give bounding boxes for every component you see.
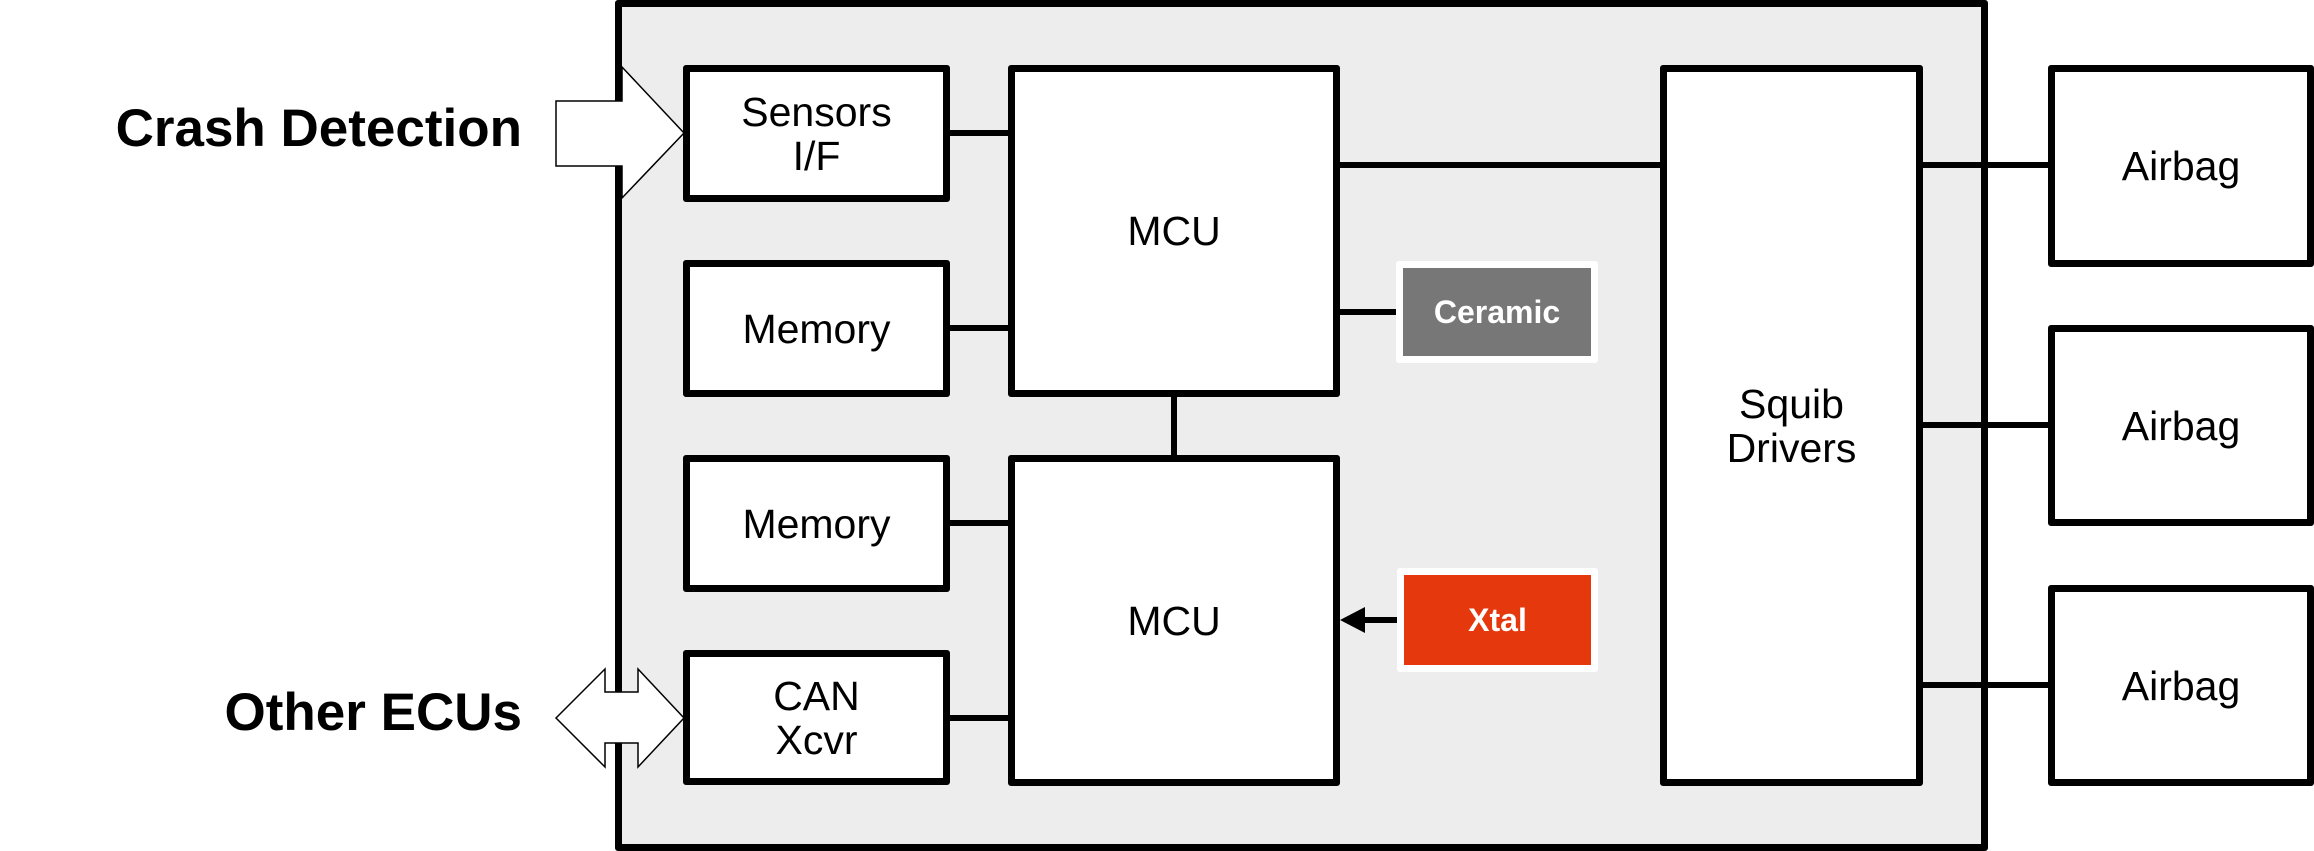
other-ecus-label: Other ECUs bbox=[224, 683, 522, 742]
other-ecus-bidirectional-arrow-icon bbox=[554, 667, 686, 769]
crash-detection-input-arrow-icon bbox=[555, 65, 686, 200]
xtal-arrowhead-icon bbox=[1340, 607, 1365, 633]
crash-detection-label: Crash Detection bbox=[115, 99, 522, 158]
